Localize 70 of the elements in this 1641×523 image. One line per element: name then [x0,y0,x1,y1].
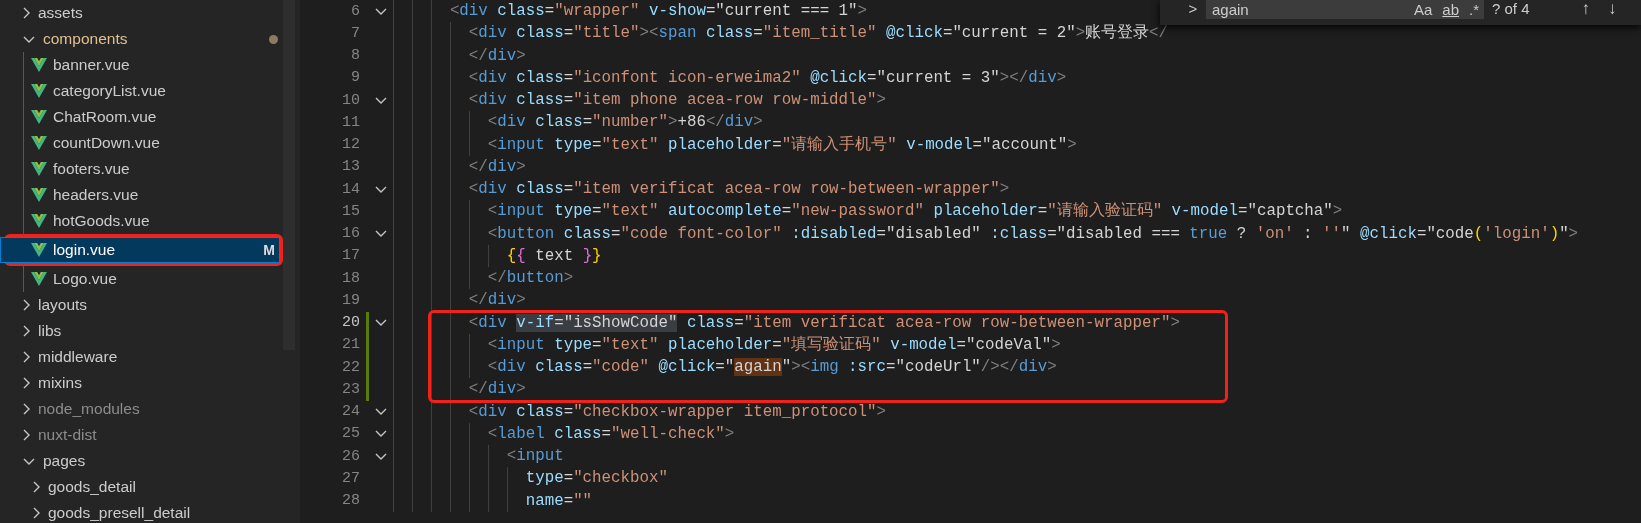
tree-item[interactable]: goods_detail [0,474,283,500]
line-number: 9 [350,69,360,87]
tree-item[interactable]: categoryList.vue [0,78,283,104]
v-shape-icon [31,214,47,228]
next-match-button[interactable]: ↓ [1608,0,1617,18]
line-number: 7 [350,24,360,42]
tree-item[interactable]: mixins [0,370,283,396]
scrollbar[interactable] [283,0,295,350]
tree-item[interactable]: goods_presell_detail [0,500,283,523]
regex-toggle[interactable]: .* [1468,1,1480,18]
chevron-down-icon[interactable] [375,230,387,238]
tree-item[interactable]: pages [0,448,283,474]
tree-item[interactable]: countDown.vue [0,130,283,156]
line-number: 6 [350,2,360,20]
line-number: 27 [341,469,360,487]
tree-item[interactable]: banner.vue [0,52,283,78]
search-field[interactable]: again Aa ab .* [1206,0,1484,19]
tree-item[interactable]: node_modules [0,396,283,422]
line-number: 25 [341,425,360,443]
match-case-toggle[interactable]: Aa [1412,1,1434,18]
tree-item[interactable]: ChatRoom.vue [0,104,283,130]
tree-item[interactable]: footers.vue [0,156,283,182]
line-number: 12 [341,136,360,154]
v-shape-icon [31,162,47,176]
line-number: 10 [341,91,360,109]
line-number: 22 [341,358,360,376]
line-number: 11 [341,113,360,131]
tree-item[interactable]: nuxt-dist [0,422,283,448]
tree-item[interactable]: Logo.vue [0,266,283,292]
line-number: 13 [341,158,360,176]
chevron-down-icon[interactable] [375,430,387,438]
tree-item[interactable]: assets [0,0,283,26]
line-number: 19 [341,291,360,309]
v-shape-icon [31,272,47,286]
find-toggle[interactable]: > [1180,0,1206,18]
match-count: ? of 4 [1492,0,1530,18]
line-number: 15 [341,202,360,220]
line-number: 21 [341,336,360,354]
chevron-down-icon[interactable] [375,452,387,460]
chevron-down-icon[interactable] [375,408,387,416]
tree-item[interactable]: login.vue M [0,237,280,263]
tree-item[interactable]: layouts [0,292,283,318]
tree-item[interactable]: libs [0,318,283,344]
previous-match-button[interactable]: ↑ [1581,0,1591,18]
line-number: 26 [341,447,360,465]
line-number: 24 [341,403,360,421]
chevron-down-icon[interactable] [375,7,387,15]
chevron-down-icon[interactable] [375,185,387,193]
git-status-letter: M [263,242,275,258]
tree-item[interactable]: components [0,26,283,52]
whole-word-toggle[interactable]: ab [1441,1,1460,18]
v-shape-icon [31,58,47,72]
v-shape-icon [31,243,47,257]
tree-item[interactable]: middleware [0,344,283,370]
v-shape-icon [31,136,47,150]
tree-item[interactable]: headers.vue [0,182,283,208]
tree-item[interactable]: hotGoods.vue [0,208,283,234]
line-number: 17 [341,247,360,265]
v-shape-icon [31,110,47,124]
line-number: 20 [341,314,360,332]
line-number: 28 [341,492,360,510]
line-number: 14 [341,180,360,198]
chevron-down-icon[interactable] [375,319,387,327]
line-number: 18 [341,269,360,287]
line-number: 8 [350,47,360,65]
chevron-down-icon[interactable] [375,96,387,104]
v-shape-icon [31,84,47,98]
v-shape-icon [31,188,47,202]
line-number: 16 [341,225,360,243]
line-number: 23 [341,380,360,398]
